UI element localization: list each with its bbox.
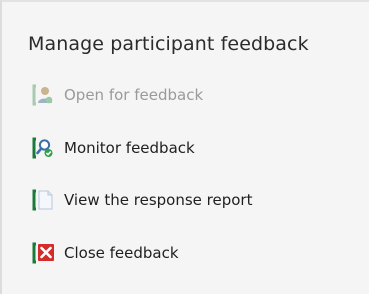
menu-item-open-for-feedback: Open for feedback (32, 82, 252, 108)
feedback-panel: Manage participant feedback Open for fee… (0, 0, 369, 294)
feedback-menu: Open for feedback Monitor feedback View … (32, 82, 252, 292)
menu-item-label: View the response report (64, 191, 253, 209)
panel-title: Manage participant feedback (28, 33, 309, 55)
menu-item-label: Close feedback (64, 243, 179, 262)
close-x-icon (32, 242, 54, 264)
menu-item-label: Monitor feedback (64, 138, 195, 157)
menu-item-label: Open for feedback (64, 86, 204, 104)
menu-item-view-response-report[interactable]: View the response report (32, 187, 252, 213)
menu-item-monitor-feedback[interactable]: Monitor feedback (32, 135, 252, 161)
monitor-magnifier-icon (32, 137, 54, 159)
menu-item-close-feedback[interactable]: Close feedback (32, 240, 252, 266)
person-open-icon (32, 84, 54, 106)
document-icon (32, 189, 54, 211)
